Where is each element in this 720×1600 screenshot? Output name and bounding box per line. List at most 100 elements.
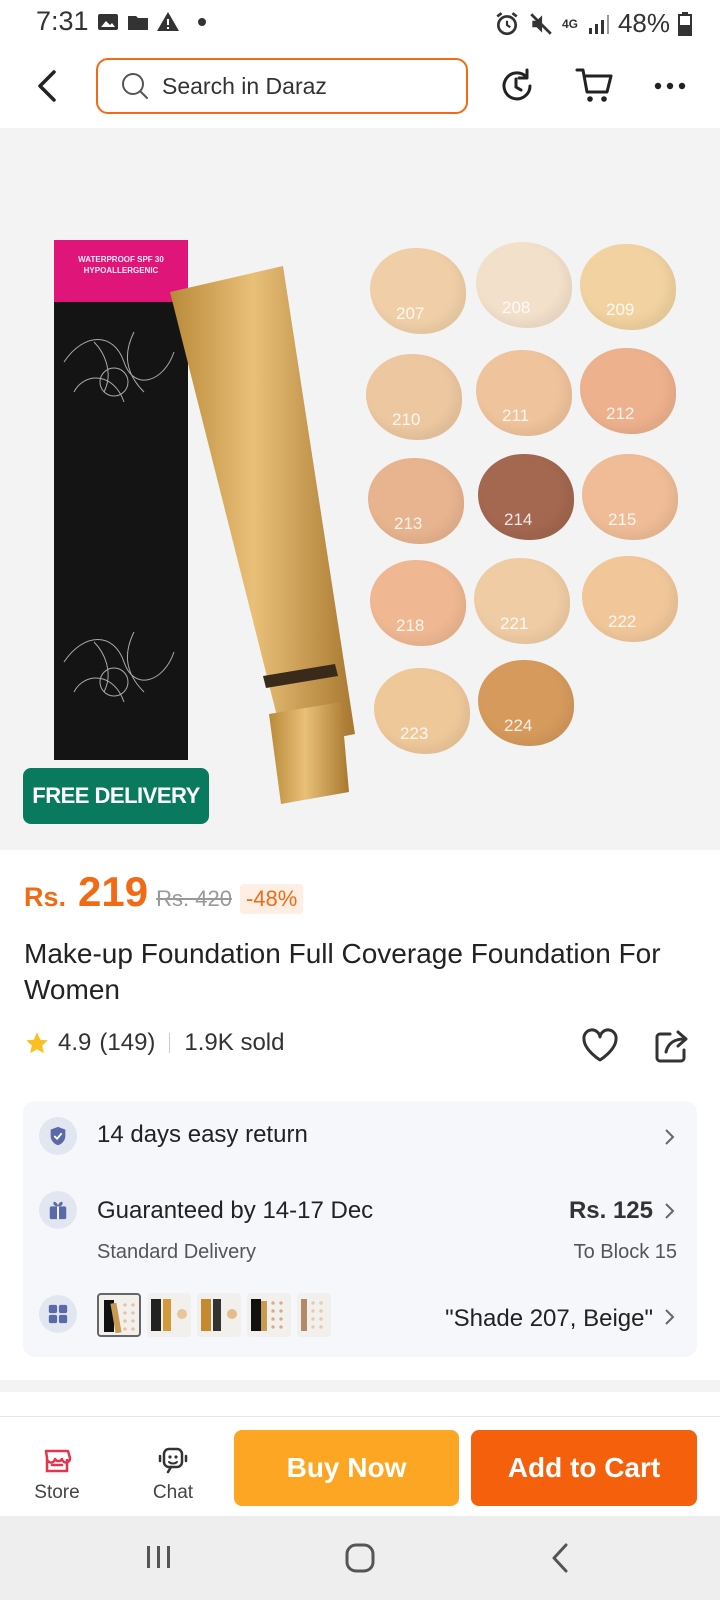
star-icon [26,1032,48,1054]
rating-value: 4.9 [58,1029,92,1056]
section-divider [0,1380,720,1392]
delivery-row[interactable]: Guaranteed by 14-17 Dec Standard Deliver… [23,1173,697,1273]
variant-thumb[interactable] [147,1293,191,1337]
variant-thumb[interactable] [97,1293,141,1337]
chat-button[interactable]: Chat [140,1444,206,1504]
shade-label: 207 [396,304,425,323]
shade-swatch-222: 222 [582,556,678,642]
share-icon[interactable] [652,1026,692,1066]
chat-label: Chat [152,1482,194,1503]
delivery-type: Standard Delivery [97,1241,256,1263]
status-bar: 7:31 4G 48% [0,0,720,46]
shade-swatch-210: 210 [366,354,462,440]
shade-swatch-223: 223 [374,668,470,754]
shade-swatch-208: 208 [476,242,572,328]
status-right: 4G 48% [494,8,692,39]
folder-icon [128,16,148,30]
shade-label: 208 [502,298,531,317]
shade-swatch-214: 214 [478,454,574,540]
rating-row[interactable]: 4.9 (149) 1.9K sold [24,1029,284,1057]
shade-swatch-213: 213 [368,458,464,544]
shade-label: 224 [504,716,533,735]
shade-label: 221 [500,614,529,633]
add-to-cart-button[interactable]: Add to Cart [471,1430,697,1506]
signal-icon [588,14,609,34]
chevron-right-icon [665,1129,675,1145]
shade-label: 210 [392,410,421,429]
variant-thumb[interactable] [247,1293,291,1337]
recents-icon[interactable] [144,1542,174,1572]
shade-swatch-224: 224 [478,660,574,746]
selected-variant: "Shade 207, Beige" [445,1305,653,1332]
shade-label: 222 [608,612,637,631]
return-icon-wrap [39,1117,77,1155]
original-price: Rs. 420 [156,886,232,911]
separator [169,1033,171,1053]
search-placeholder: Search in Daraz [162,72,327,99]
back-icon[interactable] [26,64,70,108]
discount-badge: -48% [239,884,304,914]
price-currency: Rs. [24,882,67,912]
product-tube [170,266,355,804]
return-policy-row[interactable]: 14 days easy return [23,1101,697,1173]
product-image[interactable]: WATERPROOF SPF 30 HYPOALLERGENIC 207 208… [0,128,720,850]
shade-label: 209 [606,300,635,319]
heart-icon[interactable] [580,1026,620,1066]
warning-icon [157,12,179,31]
service-card: 14 days easy return Guaranteed by 14-17 … [23,1101,697,1357]
price-value: 219 [78,868,149,915]
return-label: 14 days easy return [97,1121,308,1148]
gift-icon [49,1201,67,1220]
cart-icon[interactable] [574,64,616,106]
search-input[interactable]: Search in Daraz [96,58,468,114]
shade-label: 211 [502,406,530,425]
network-type: 4G [561,16,578,31]
chat-icon [158,1447,188,1474]
system-navigation-bar [0,1516,720,1600]
battery-percent: 48% [617,8,670,38]
free-delivery-badge: FREE DELIVERY [23,768,209,824]
bottom-bar-border [0,1416,720,1417]
review-count: (149) [99,1029,156,1056]
shield-check-icon [50,1126,66,1146]
more-icon[interactable] [652,68,688,104]
shade-label: 218 [396,616,425,635]
guaranteed-label: Guaranteed by 14-17 Dec [97,1197,374,1224]
variant-icon-wrap [39,1295,77,1333]
gallery-icon [98,14,118,30]
chevron-right-icon [665,1203,675,1219]
chevron-right-icon [665,1309,675,1325]
variant-row[interactable]: "Shade 207, Beige" [23,1273,697,1357]
home-icon[interactable] [344,1542,376,1574]
shade-swatch-212: 212 [580,348,676,434]
shade-swatch-211: 211 [476,350,572,436]
sold-count: 1.9K sold [184,1029,285,1056]
shade-swatch-215: 215 [582,454,678,540]
shade-swatch-218: 218 [370,560,466,646]
buy-now-button[interactable]: Buy Now [234,1430,459,1506]
shade-swatch-207: 207 [370,248,466,334]
shade-swatch-209: 209 [580,244,676,330]
shade-label: 213 [394,514,423,533]
store-icon [44,1449,72,1473]
back-nav-icon[interactable] [548,1542,572,1574]
variant-thumb[interactable] [297,1293,331,1337]
grid-icon [48,1304,68,1324]
shipping-fee: Rs. 125 [568,1197,653,1224]
alarm-icon [496,11,518,35]
shade-swatch-221: 221 [474,558,570,644]
search-icon [122,73,148,99]
shade-label: 214 [504,510,533,529]
battery-icon [678,11,692,36]
store-label: Store [34,1482,80,1503]
variant-thumb[interactable] [197,1293,241,1337]
status-time: 7:31 [36,6,89,36]
product-title: Make-up Foundation Full Coverage Foundat… [24,938,661,1005]
delivery-icon-wrap [39,1191,77,1229]
refresh-icon[interactable] [497,66,537,106]
mute-icon [530,12,552,35]
store-button[interactable]: Store [24,1444,90,1504]
shade-label: 212 [606,404,635,423]
top-nav: Search in Daraz [0,50,720,126]
delivery-destination: To Block 15 [573,1241,677,1263]
